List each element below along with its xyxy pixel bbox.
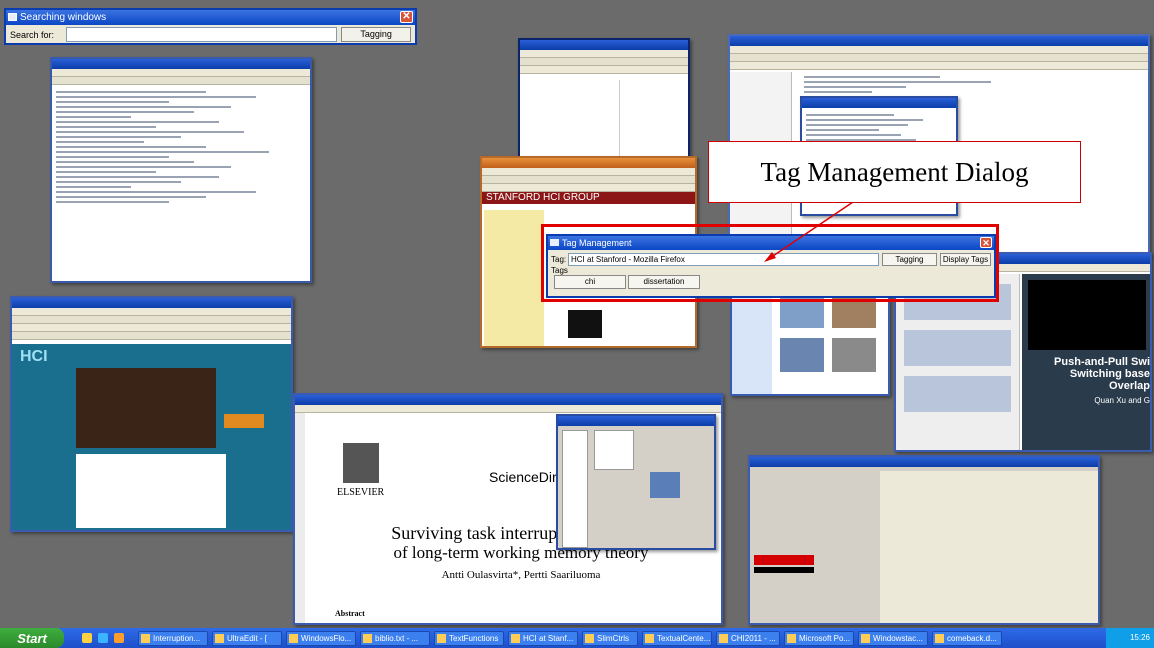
- taskbar-item-label: HCI at Stanf...: [523, 633, 574, 643]
- taskbar-item[interactable]: WindowsFlo...: [286, 630, 356, 646]
- search-window-title: Searching windows: [20, 12, 107, 23]
- app-icon: [935, 633, 944, 643]
- window-icon: [8, 13, 17, 21]
- annotation-label: Tag Management Dialog: [708, 141, 1081, 203]
- elsevier-logo: ELSEVIER: [337, 487, 385, 498]
- taskbar-item[interactable]: biblio.txt - ...: [360, 630, 430, 646]
- paper-authors: Antti Oulasvirta*, Pertti Saariluoma: [441, 569, 601, 581]
- app-icon: [645, 633, 654, 643]
- taskbar-item-label: Windowstac...: [873, 633, 923, 643]
- paper-abstract-heading: Abstract: [335, 609, 365, 618]
- search-window-titlebar[interactable]: Searching windows ✕: [6, 10, 415, 25]
- controls-window-thumbnail[interactable]: [556, 414, 716, 550]
- app-icon: [141, 633, 150, 643]
- quicklaunch-icon[interactable]: [98, 633, 108, 643]
- start-button[interactable]: Start: [0, 628, 64, 648]
- system-tray-clock[interactable]: 15:26: [1106, 628, 1154, 648]
- slide-title-2: Switching base: [1069, 368, 1150, 380]
- search-input[interactable]: [65, 27, 338, 42]
- app-icon: [787, 633, 796, 643]
- app-icon: [437, 633, 446, 643]
- quicklaunch-icon[interactable]: [82, 633, 92, 643]
- app-icon: [215, 633, 224, 643]
- taskbar-item[interactable]: TextFunctions: [434, 630, 504, 646]
- tagging-button[interactable]: Tagging: [341, 27, 411, 42]
- slide-title-3: Overlap: [1109, 380, 1150, 392]
- slide-title-1: Push-and-Pull Swi: [1054, 356, 1150, 368]
- stanford-banner: STANFORD HCI GROUP: [482, 192, 695, 204]
- taskbar-item[interactable]: Windowstac...: [858, 630, 928, 646]
- app-icon: [585, 633, 594, 643]
- search-label: Search for:: [10, 29, 55, 40]
- taskbar-item-label: CHI2011 - ...: [731, 633, 776, 643]
- taskbar-item[interactable]: CHI2011 - ...: [716, 630, 780, 646]
- browser-window-thumbnail[interactable]: HCI: [10, 296, 293, 532]
- taskbar-item[interactable]: comeback.d...: [932, 630, 1002, 646]
- taskbar-item-label: Microsoft Po...: [799, 633, 851, 643]
- app-icon: [363, 633, 372, 643]
- taskbar-item[interactable]: SlimCtrls: [582, 630, 638, 646]
- search-window: Searching windows ✕ Search for: Tagging: [4, 8, 417, 45]
- dialog-highlight-frame: [541, 224, 999, 302]
- taskbar-item[interactable]: Microsoft Po...: [784, 630, 854, 646]
- taskbar: Start Interruption... UltraEdit - [ Wind…: [0, 628, 1154, 648]
- slide-author: Quan Xu and G: [1094, 396, 1150, 405]
- quicklaunch-icon[interactable]: [114, 633, 124, 643]
- taskbar-item-label: Interruption...: [153, 633, 201, 643]
- taskbar-item-label: TextFunctions: [449, 633, 499, 643]
- taskbar-item-label: UltraEdit - [: [227, 633, 268, 643]
- app-icon: [289, 633, 298, 643]
- taskbar-item[interactable]: Interruption...: [138, 630, 208, 646]
- hci-logo: HCI: [20, 348, 48, 365]
- taskbar-item-label: SlimCtrls: [597, 633, 629, 643]
- taskbar-item-label: biblio.txt - ...: [375, 633, 419, 643]
- editor-window-thumbnail[interactable]: [50, 57, 312, 283]
- taskbar-item[interactable]: TextualCente...: [642, 630, 712, 646]
- close-icon[interactable]: ✕: [400, 11, 413, 23]
- taskbar-item-label: TextualCente...: [657, 633, 711, 643]
- app-icon: [719, 633, 728, 643]
- taskbar-item-label: comeback.d...: [947, 633, 997, 643]
- taskbar-item[interactable]: UltraEdit - [: [212, 630, 282, 646]
- taskbar-item[interactable]: HCI at Stanf...: [508, 630, 578, 646]
- form-window-thumbnail[interactable]: [748, 455, 1100, 625]
- app-icon: [511, 633, 520, 643]
- taskbar-item-label: WindowsFlo...: [301, 633, 352, 643]
- app-icon: [861, 633, 870, 643]
